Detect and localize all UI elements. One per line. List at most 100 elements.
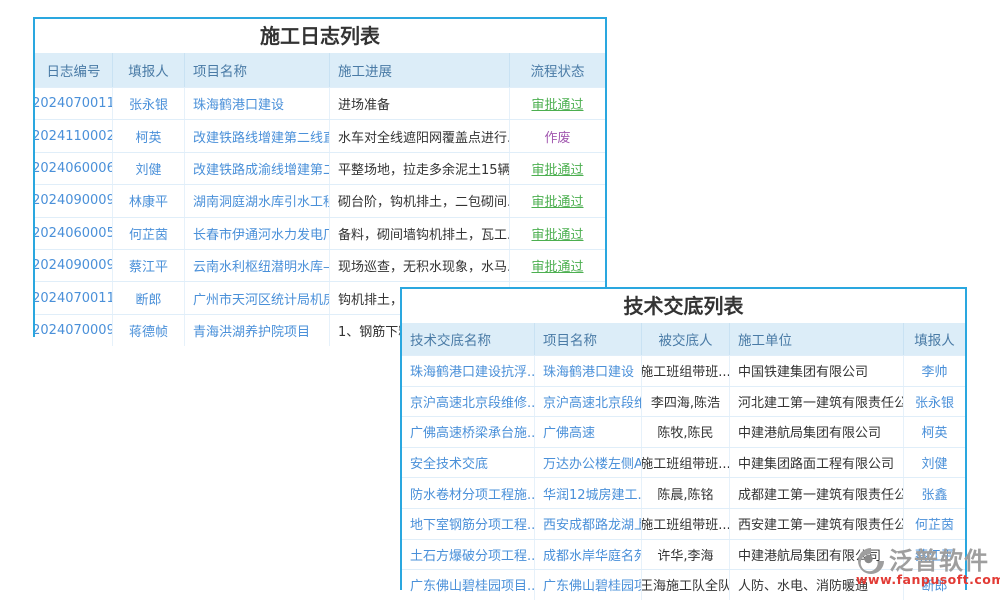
filler-name-link[interactable]: 张永银 <box>113 88 185 119</box>
filler-name-link[interactable]: 断郎 <box>113 282 185 313</box>
filler-name-link[interactable]: 李帅 <box>904 356 965 386</box>
project-name-link[interactable]: 京沪高速北京段维修 <box>535 387 642 417</box>
column-header-receiver: 被交底人 <box>642 323 730 355</box>
log-id-link[interactable]: 2024070009 <box>35 315 113 346</box>
status-link[interactable]: 作废 <box>510 120 605 151</box>
column-header-project: 项目名称 <box>185 53 330 87</box>
technical-disclosure-table-header: 技术交底名称 项目名称 被交底人 施工单位 填报人 <box>402 323 965 355</box>
construction-log-table-header: 日志编号 填报人 项目名称 施工进展 流程状态 <box>35 53 605 87</box>
project-name-link[interactable]: 青海洪湖养护院项目 <box>185 315 330 346</box>
table-row: 广佛高速桥梁承台施...广佛高速陈牧,陈民中建港航局集团有限公司柯英 <box>402 416 965 447</box>
disclosure-name-link[interactable]: 广东佛山碧桂园项目... <box>402 570 535 600</box>
project-name-link[interactable]: 湖南洞庭湖水库引水工程... <box>185 185 330 216</box>
receiver-name: 李四海,陈浩 <box>642 387 730 417</box>
status-link[interactable]: 审批通过 <box>510 250 605 281</box>
log-id-link[interactable]: 2024110002 <box>35 120 113 151</box>
filler-name-link[interactable]: 柯英 <box>904 417 965 447</box>
project-name-link[interactable]: 云南水利枢纽潜明水库—... <box>185 250 330 281</box>
watermark-url-text: www.fanpusoft.com <box>856 572 998 587</box>
unit-name: 西安建工第一建筑有限责任公司 <box>730 509 904 539</box>
log-id-link[interactable]: 2024060006 <box>35 153 113 184</box>
project-name-link[interactable]: 华润12城房建工... <box>535 478 642 508</box>
table-row: 地下室钢筋分项工程...西安成都路龙湖上...施工班组带班...西安建工第一建筑… <box>402 508 965 539</box>
filler-name-link[interactable]: 蒋德帧 <box>113 315 185 346</box>
project-name-link[interactable]: 广州市天河区统计局机房... <box>185 282 330 313</box>
table-row: 防水卷材分项工程施...华润12城房建工...陈晨,陈铭成都建工第一建筑有限责任… <box>402 477 965 508</box>
column-header-project: 项目名称 <box>535 323 642 355</box>
filler-name-link[interactable]: 刘健 <box>113 153 185 184</box>
progress-text: 平整场地，拉走多余泥土15辆... <box>330 153 510 184</box>
disclosure-name-link[interactable]: 地下室钢筋分项工程... <box>402 509 535 539</box>
project-name-link[interactable]: 万达办公楼左侧A... <box>535 448 642 478</box>
table-row: 安全技术交底万达办公楼左侧A...施工班组带班...中建集团路面工程有限公司刘健 <box>402 447 965 478</box>
log-id-link[interactable]: 2024060005 <box>35 218 113 249</box>
disclosure-name-link[interactable]: 广佛高速桥梁承台施... <box>402 417 535 447</box>
project-name-link[interactable]: 长春市伊通河水力发电厂... <box>185 218 330 249</box>
progress-text: 砌台阶，钩机排土，二包砌间... <box>330 185 510 216</box>
filler-name-link[interactable]: 何芷茵 <box>113 218 185 249</box>
status-link[interactable]: 审批通过 <box>510 185 605 216</box>
project-name-link[interactable]: 成都水岸华庭名苑... <box>535 540 642 570</box>
unit-name: 中建港航局集团有限公司 <box>730 417 904 447</box>
receiver-name: 施工班组带班... <box>642 509 730 539</box>
progress-text: 水车对全线遮阳网覆盖点进行... <box>330 120 510 151</box>
project-name-link[interactable]: 西安成都路龙湖上... <box>535 509 642 539</box>
filler-name-link[interactable]: 何芷茵 <box>904 509 965 539</box>
column-header-unit: 施工单位 <box>730 323 904 355</box>
receiver-name: 施工班组带班... <box>642 356 730 386</box>
log-id-link[interactable]: 2024090009 <box>35 185 113 216</box>
receiver-name: 陈牧,陈民 <box>642 417 730 447</box>
status-link[interactable]: 审批通过 <box>510 88 605 119</box>
table-row: 2024110002柯英改建铁路线增建第二线直...水车对全线遮阳网覆盖点进行.… <box>35 119 605 151</box>
unit-name: 中国铁建集团有限公司 <box>730 356 904 386</box>
project-name-link[interactable]: 改建铁路线增建第二线直... <box>185 120 330 151</box>
table-row: 2024090009蔡江平云南水利枢纽潜明水库—...现场巡查，无积水现象，水马… <box>35 249 605 281</box>
column-header-filler: 填报人 <box>904 323 965 355</box>
unit-name: 成都建工第一建筑有限责任公司 <box>730 478 904 508</box>
progress-text: 现场巡查，无积水现象，水马... <box>330 250 510 281</box>
column-header-log-id: 日志编号 <box>35 53 113 87</box>
project-name-link[interactable]: 改建铁路成渝线增建第二... <box>185 153 330 184</box>
filler-name-link[interactable]: 张永银 <box>904 387 965 417</box>
receiver-name: 陈晨,陈铭 <box>642 478 730 508</box>
filler-name-link[interactable]: 张鑫 <box>904 478 965 508</box>
disclosure-name-link[interactable]: 土石方爆破分项工程... <box>402 540 535 570</box>
column-header-filler: 填报人 <box>113 53 185 87</box>
status-link[interactable]: 审批通过 <box>510 153 605 184</box>
table-row: 2024060006刘健改建铁路成渝线增建第二...平整场地，拉走多余泥土15辆… <box>35 152 605 184</box>
construction-log-table-title: 施工日志列表 <box>35 19 605 53</box>
table-row: 2024060005何芷茵长春市伊通河水力发电厂...备料，砌间墙钩机排土，瓦工… <box>35 217 605 249</box>
column-header-disclosure-name: 技术交底名称 <box>402 323 535 355</box>
log-id-link[interactable]: 2024070011 <box>35 88 113 119</box>
filler-name-link[interactable]: 林康平 <box>113 185 185 216</box>
filler-name-link[interactable]: 蔡江平 <box>113 250 185 281</box>
table-row: 2024090009林康平湖南洞庭湖水库引水工程...砌台阶，钩机排土，二包砌间… <box>35 184 605 216</box>
filler-name-link[interactable]: 刘健 <box>904 448 965 478</box>
disclosure-name-link[interactable]: 京沪高速北京段维修... <box>402 387 535 417</box>
filler-name-link[interactable]: 柯英 <box>113 120 185 151</box>
disclosure-name-link[interactable]: 珠海鹤港口建设抗浮... <box>402 356 535 386</box>
progress-text: 备料，砌间墙钩机排土，瓦工... <box>330 218 510 249</box>
table-row: 京沪高速北京段维修...京沪高速北京段维修李四海,陈浩河北建工第一建筑有限责任公… <box>402 386 965 417</box>
column-header-status: 流程状态 <box>510 53 605 87</box>
technical-disclosure-table-title: 技术交底列表 <box>402 289 965 323</box>
project-name-link[interactable]: 广东佛山碧桂园项目 <box>535 570 642 600</box>
progress-text: 进场准备 <box>330 88 510 119</box>
receiver-name: 许华,李海 <box>642 540 730 570</box>
unit-name: 中建集团路面工程有限公司 <box>730 448 904 478</box>
log-id-link[interactable]: 2024090009 <box>35 250 113 281</box>
status-link[interactable]: 审批通过 <box>510 218 605 249</box>
column-header-progress: 施工进展 <box>330 53 510 87</box>
log-id-link[interactable]: 2024070011 <box>35 282 113 313</box>
receiver-name: 施工班组带班... <box>642 448 730 478</box>
table-row: 珠海鹤港口建设抗浮...珠海鹤港口建设施工班组带班...中国铁建集团有限公司李帅 <box>402 355 965 386</box>
disclosure-name-link[interactable]: 安全技术交底 <box>402 448 535 478</box>
project-name-link[interactable]: 珠海鹤港口建设 <box>185 88 330 119</box>
receiver-name: 王海施工队全队 <box>642 570 730 600</box>
project-name-link[interactable]: 珠海鹤港口建设 <box>535 356 642 386</box>
project-name-link[interactable]: 广佛高速 <box>535 417 642 447</box>
fanpu-watermark: 泛普软件 www.fanpusoft.com <box>856 546 998 587</box>
table-row: 2024070011张永银珠海鹤港口建设进场准备审批通过 <box>35 87 605 119</box>
unit-name: 河北建工第一建筑有限责任公司 <box>730 387 904 417</box>
disclosure-name-link[interactable]: 防水卷材分项工程施... <box>402 478 535 508</box>
